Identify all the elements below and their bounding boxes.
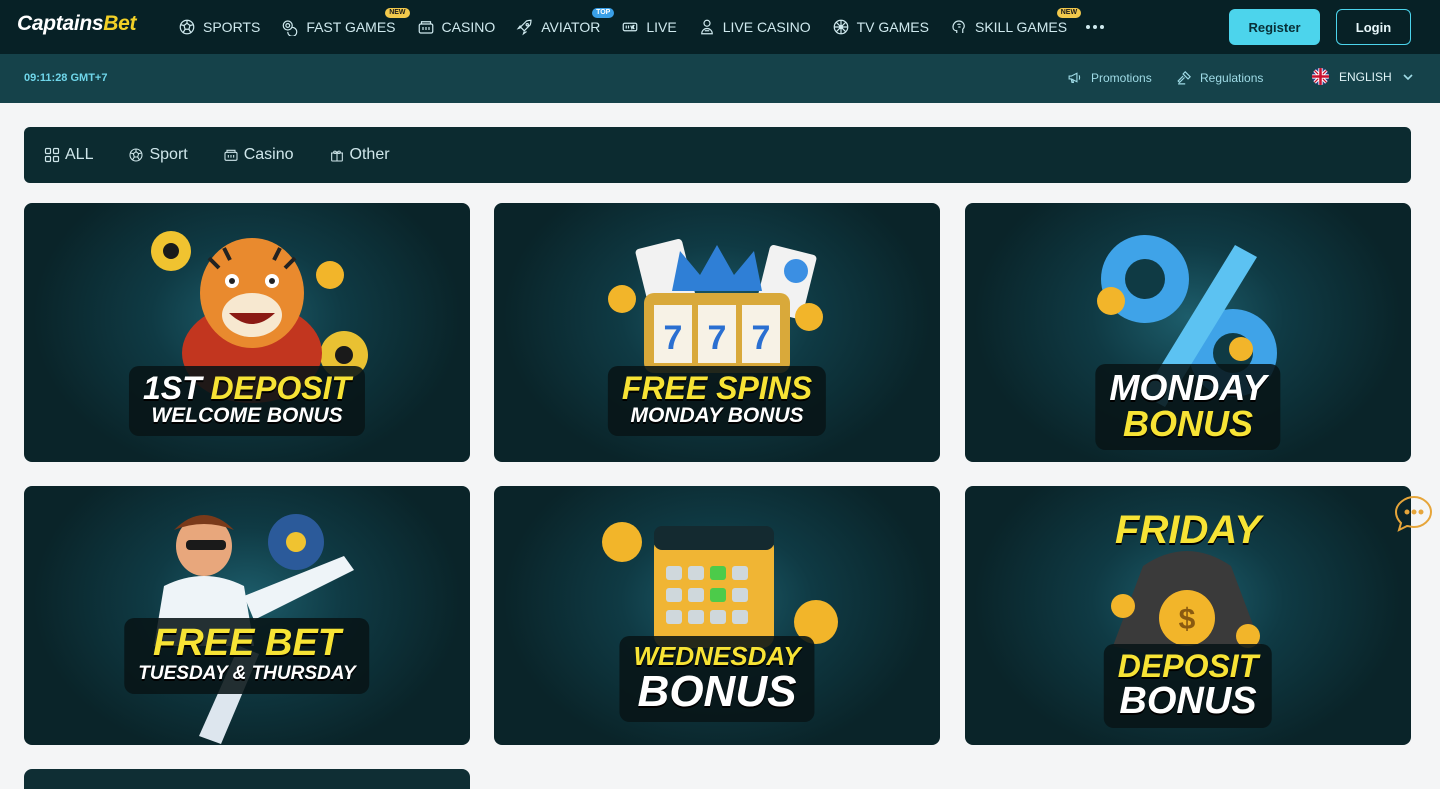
promo-card-free-bet[interactable]: FREE BET TUESDAY & THURSDAY xyxy=(24,486,470,745)
filter-other[interactable]: Other xyxy=(329,146,390,164)
slot-machine-icon xyxy=(418,21,433,34)
more-menu-icon[interactable] xyxy=(1086,0,1105,54)
nav-tv-games[interactable]: TV GAMES xyxy=(832,0,929,54)
promo-card-wednesday-bonus[interactable]: WEDNESDAY BONUS xyxy=(494,486,940,745)
promo-card-welcome-bonus[interactable]: 1ST DEPOSIT WELCOME BONUS xyxy=(24,203,470,462)
top-navbar: CaptainsBet SPORTS FAST GAMES NEW CASINO… xyxy=(0,0,1440,54)
nav-aviator-label: AVIATOR xyxy=(541,19,601,35)
promo-subtitle: TUESDAY & THURSDAY xyxy=(138,663,356,684)
promo-card-friday-deposit-bonus[interactable]: $ FRIDAY DEPOSIT BONUS xyxy=(965,486,1411,745)
megaphone-icon xyxy=(1068,72,1081,84)
logo-text-captains: Captains xyxy=(17,12,104,35)
promo-title-plate: FREE BET TUESDAY & THURSDAY xyxy=(124,618,370,694)
regulations-label: Regulations xyxy=(1200,70,1264,85)
promo-title: FREE BET xyxy=(153,622,341,664)
nav-fast-games-label: FAST GAMES xyxy=(306,19,396,35)
promotions-label: Promotions xyxy=(1091,70,1152,85)
captainsbet-logo[interactable]: CaptainsBet xyxy=(17,12,137,36)
main-nav: SPORTS FAST GAMES NEW CASINO AVIATOR TOP… xyxy=(178,0,1105,54)
nav-live[interactable]: LIVE xyxy=(621,0,677,54)
chevron-down-icon xyxy=(1403,73,1413,80)
language-selector[interactable]: ENGLISH xyxy=(1312,68,1414,85)
nav-live-casino-label: LIVE CASINO xyxy=(722,19,811,35)
uk-flag-icon xyxy=(1312,68,1329,85)
svg-text:7: 7 xyxy=(752,319,771,357)
gavel-icon xyxy=(1177,71,1191,85)
language-label: ENGLISH xyxy=(1339,69,1392,84)
promo-title-part1: 1ST xyxy=(142,370,202,406)
nav-fast-games[interactable]: FAST GAMES NEW xyxy=(281,0,410,54)
nav-aviator[interactable]: AVIATOR TOP xyxy=(516,0,615,54)
promo-title-part2: DEPOSIT xyxy=(210,370,352,406)
nav-casino-label: CASINO xyxy=(441,19,496,35)
promo-subtitle: BONUS xyxy=(1122,403,1254,444)
soccer-player-illustration xyxy=(154,514,354,744)
promo-title-plate: FREE SPINS MONDAY BONUS xyxy=(607,366,827,436)
svg-text:7: 7 xyxy=(664,319,683,357)
grid-icon xyxy=(44,147,60,163)
clock: 09:11:28 GMT+7 xyxy=(24,72,108,84)
nav-live-casino[interactable]: LIVE CASINO xyxy=(698,0,811,54)
soccer-ball-icon xyxy=(129,148,144,162)
gift-icon xyxy=(330,150,343,162)
sub-header: 09:11:28 GMT+7 Promotions Regulations EN… xyxy=(0,54,1440,103)
brain-icon xyxy=(952,20,965,33)
slot-machine-icon xyxy=(224,149,238,161)
promo-card-partial[interactable] xyxy=(24,769,470,789)
promo-filter-bar: ALL Sport Casino Other xyxy=(24,127,1411,183)
live-ticket-icon xyxy=(622,22,638,32)
promo-title-plate: DEPOSIT BONUS xyxy=(1103,644,1273,728)
regulations-link[interactable]: Regulations xyxy=(1176,69,1263,86)
dealer-icon xyxy=(700,19,713,35)
promotions-link[interactable]: Promotions xyxy=(1067,69,1152,86)
chips-icon xyxy=(282,20,298,36)
filter-all[interactable]: ALL xyxy=(44,146,93,164)
promo-title-plate: 1ST DEPOSIT WELCOME BONUS xyxy=(128,366,366,436)
rocket-icon xyxy=(516,19,532,36)
nav-skill-games-label: SKILL GAMES xyxy=(974,19,1068,35)
new-badge: NEW xyxy=(1056,8,1082,18)
filter-all-label: ALL xyxy=(65,146,94,163)
filter-sport[interactable]: Sport xyxy=(128,146,188,164)
nav-skill-games[interactable]: SKILL GAMES NEW xyxy=(950,0,1082,54)
promo-title: WEDNESDAY xyxy=(633,641,801,671)
nav-tv-games-label: TV GAMES xyxy=(856,19,929,35)
register-button[interactable]: Register xyxy=(1229,9,1320,45)
filter-casino-label: Casino xyxy=(243,146,294,163)
promo-subtitle: WELCOME BONUS xyxy=(151,404,343,427)
nav-live-label: LIVE xyxy=(646,19,677,35)
login-button[interactable]: Login xyxy=(1336,9,1411,45)
new-badge: NEW xyxy=(385,8,410,18)
promo-title-plate: MONDAY BONUS xyxy=(1095,364,1281,450)
promo-card-free-spins[interactable]: 7 7 7 FREE SPINS MONDAY BONUS xyxy=(494,203,940,462)
chat-bubble-icon[interactable] xyxy=(1394,494,1434,534)
promo-card-monday-bonus[interactable]: MONDAY BONUS xyxy=(965,203,1411,462)
promo-title: DEPOSIT xyxy=(1117,648,1259,684)
svg-text:7: 7 xyxy=(708,319,727,357)
nav-sports-label: SPORTS xyxy=(203,19,261,35)
wheel-icon xyxy=(833,19,848,35)
soccer-ball-icon xyxy=(179,19,195,35)
filter-other-label: Other xyxy=(349,146,390,163)
svg-text:$: $ xyxy=(1179,603,1196,636)
promo-subtitle: BONUS xyxy=(637,667,797,716)
promo-subtitle: MONDAY BONUS xyxy=(630,404,804,427)
logo-text-bet: Bet xyxy=(103,12,137,35)
filter-casino[interactable]: Casino xyxy=(223,146,294,164)
promo-subtitle: BONUS xyxy=(1119,680,1257,722)
promo-title: FREE SPINS xyxy=(621,370,813,406)
filter-sport-label: Sport xyxy=(149,146,188,163)
top-badge: TOP xyxy=(592,8,615,18)
nav-casino[interactable]: CASINO xyxy=(417,0,496,54)
nav-sports[interactable]: SPORTS xyxy=(178,0,260,54)
promo-title-plate: WEDNESDAY BONUS xyxy=(619,636,815,722)
promo-title: MONDAY xyxy=(1109,367,1267,408)
promo-day-label: FRIDAY xyxy=(1115,508,1261,552)
